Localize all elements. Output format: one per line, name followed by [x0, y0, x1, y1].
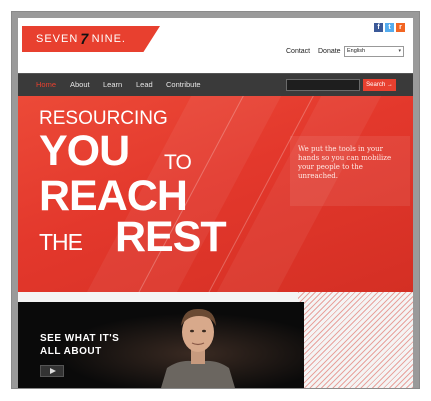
search-input[interactable] [286, 79, 360, 91]
tagline-box: We put the tools in your hands so you ca… [290, 136, 410, 206]
video-player[interactable]: SEE WHAT IT'S ALL ABOUT [18, 302, 304, 388]
nav-item-contribute[interactable]: Contribute [166, 80, 201, 89]
video-title-line2: ALL ABOUT [40, 346, 102, 357]
headline-the: THE [39, 229, 83, 255]
video-section: SEE WHAT IT'S ALL ABOUT [18, 292, 413, 388]
headline-line1: RESOURCING [39, 108, 168, 129]
language-selected: English [347, 48, 366, 54]
contact-link[interactable]: Contact [286, 48, 310, 55]
chevron-down-icon: ▾ [398, 48, 401, 54]
search-button[interactable]: Search → [363, 79, 396, 91]
video-person-thumbnail [161, 308, 235, 388]
nav-item-home[interactable]: Home [36, 80, 56, 89]
rss-icon[interactable]: r [396, 23, 405, 32]
headline-you: YOU [39, 127, 130, 175]
site-header: SEVEN 7 NINE. f t r Contact Donate Engli… [18, 18, 413, 73]
logo-text-right: NINE. [91, 33, 126, 45]
donate-link[interactable]: Donate [318, 48, 341, 55]
social-links: f t r [374, 23, 405, 32]
headline-reach: REACH [39, 172, 188, 220]
headline-to: TO [164, 151, 192, 174]
language-select[interactable]: English ▾ [344, 46, 404, 57]
logo-mark: 7 [78, 30, 92, 48]
hero-banner: RESOURCING YOU TO REACH THE REST We put … [18, 96, 413, 292]
nav-item-about[interactable]: About [70, 80, 90, 89]
hatch-pattern [298, 292, 413, 388]
facebook-icon[interactable]: f [374, 23, 383, 32]
nav-item-learn[interactable]: Learn [103, 80, 122, 89]
play-button[interactable] [40, 365, 64, 377]
page-canvas: SEVEN 7 NINE. f t r Contact Donate Engli… [18, 18, 413, 388]
video-title-line1: SEE WHAT IT'S [40, 333, 120, 344]
headline-rest: REST [115, 213, 227, 261]
site-logo[interactable]: SEVEN 7 NINE. [22, 26, 160, 52]
video-title: SEE WHAT IT'S ALL ABOUT [40, 332, 119, 358]
nav-item-lead[interactable]: Lead [136, 80, 153, 89]
hero-tagline: We put the tools in your hands so you ca… [298, 145, 392, 180]
twitter-icon[interactable]: t [385, 23, 394, 32]
browser-frame: SEVEN 7 NINE. f t r Contact Donate Engli… [11, 11, 420, 389]
main-nav: Home About Learn Lead Contribute Search … [18, 73, 413, 96]
logo-text-left: SEVEN [36, 33, 79, 45]
